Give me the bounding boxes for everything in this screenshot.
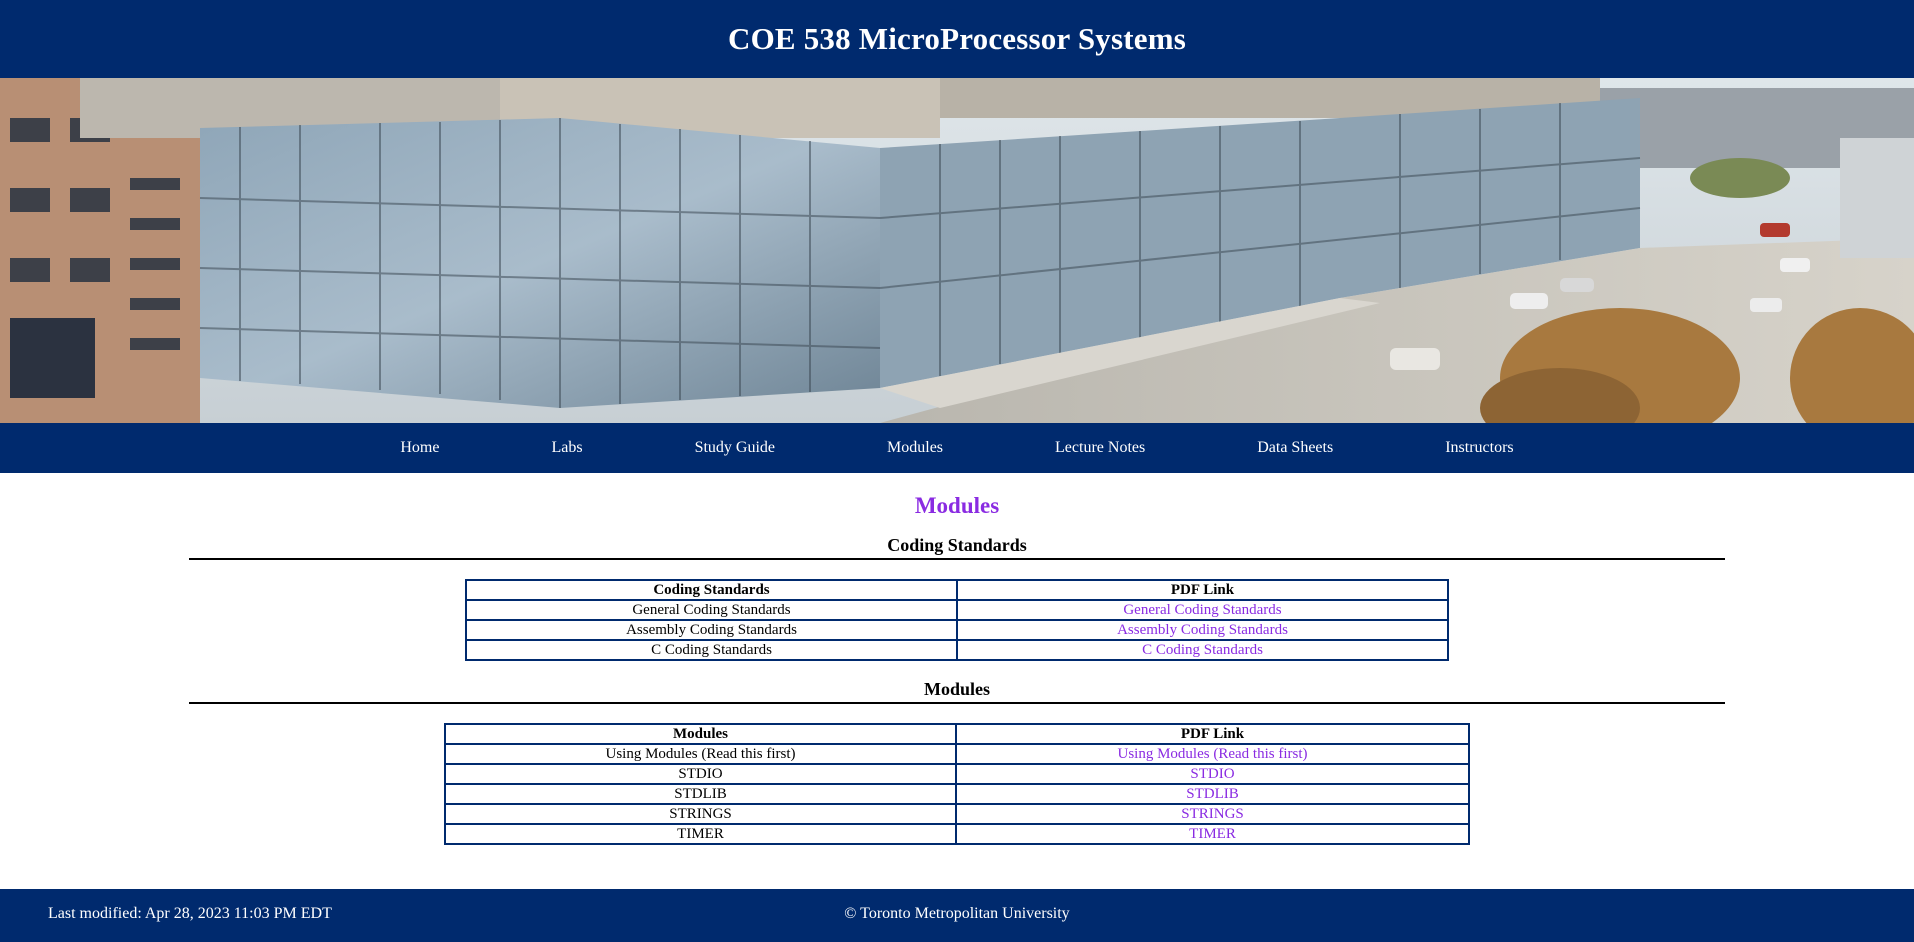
pdf-link-stdio[interactable]: STDIO	[1190, 766, 1234, 782]
pdf-link-general-coding-standards[interactable]: General Coding Standards	[1123, 602, 1281, 618]
nav-labs[interactable]: Labs	[551, 439, 582, 457]
pdf-link-timer[interactable]: TIMER	[1189, 826, 1236, 842]
nav-lecture-notes[interactable]: Lecture Notes	[1055, 439, 1145, 457]
main-content: Modules Coding Standards Coding Standard…	[0, 473, 1914, 889]
pdf-link-cell: Assembly Coding Standards	[956, 619, 1449, 641]
module-name-cell: STDIO	[444, 763, 957, 785]
column-header: PDF Link	[956, 579, 1449, 601]
module-name-cell: STRINGS	[444, 803, 957, 825]
table-row: Assembly Coding Standards Assembly Codin…	[465, 619, 1449, 641]
nav-instructors[interactable]: Instructors	[1445, 439, 1513, 457]
pdf-link-cell: Using Modules (Read this first)	[955, 743, 1470, 765]
pdf-link-cell: C Coding Standards	[956, 639, 1449, 661]
pdf-link-using-modules[interactable]: Using Modules (Read this first)	[1118, 746, 1308, 762]
section-heading-coding-standards: Coding Standards	[189, 535, 1725, 560]
nav-data-sheets[interactable]: Data Sheets	[1257, 439, 1333, 457]
standard-name-cell: C Coding Standards	[465, 639, 958, 661]
pdf-link-cell: General Coding Standards	[956, 599, 1449, 621]
table-row: C Coding Standards C Coding Standards	[465, 639, 1449, 661]
main-navigation: Home Labs Study Guide Modules Lecture No…	[0, 423, 1914, 473]
coding-standards-table: Coding Standards PDF Link General Coding…	[465, 579, 1449, 661]
site-footer: Last modified: Apr 28, 2023 11:03 PM EDT…	[0, 889, 1914, 942]
column-header: Modules	[444, 723, 957, 745]
nav-study-guide[interactable]: Study Guide	[695, 439, 775, 457]
module-name-cell: STDLIB	[444, 783, 957, 805]
hero-banner-image	[0, 78, 1914, 423]
page-title: Modules	[914, 493, 1000, 518]
site-title: COE 538 MicroProcessor Systems	[727, 21, 1186, 56]
pdf-link-stdlib[interactable]: STDLIB	[1186, 786, 1239, 802]
module-name-cell: TIMER	[444, 823, 957, 845]
table-header-row: Coding Standards PDF Link	[465, 579, 1449, 601]
modules-table: Modules PDF Link Using Modules (Read thi…	[444, 723, 1470, 845]
pdf-link-strings[interactable]: STRINGS	[1181, 806, 1244, 822]
pdf-link-cell: STDIO	[955, 763, 1470, 785]
section-heading-modules: Modules	[189, 679, 1725, 704]
table-row: General Coding Standards General Coding …	[465, 599, 1449, 621]
column-header: Coding Standards	[465, 579, 958, 601]
site-header: COE 538 MicroProcessor Systems	[0, 0, 1914, 78]
pdf-link-cell: TIMER	[955, 823, 1470, 845]
table-row: STDIO STDIO	[444, 763, 1470, 785]
table-row: TIMER TIMER	[444, 823, 1470, 845]
copyright-text: © Toronto Metropolitan University	[844, 905, 1070, 922]
nav-modules[interactable]: Modules	[887, 439, 943, 457]
nav-home[interactable]: Home	[400, 439, 439, 457]
building-photo-illustration	[0, 78, 1914, 423]
column-header: PDF Link	[955, 723, 1470, 745]
module-name-cell: Using Modules (Read this first)	[444, 743, 957, 765]
pdf-link-cell: STDLIB	[955, 783, 1470, 805]
standard-name-cell: General Coding Standards	[465, 599, 958, 621]
standard-name-cell: Assembly Coding Standards	[465, 619, 958, 641]
pdf-link-cell: STRINGS	[955, 803, 1470, 825]
pdf-link-c-coding-standards[interactable]: C Coding Standards	[1142, 642, 1263, 658]
table-row: STDLIB STDLIB	[444, 783, 1470, 805]
table-row: Using Modules (Read this first) Using Mo…	[444, 743, 1470, 765]
pdf-link-assembly-coding-standards[interactable]: Assembly Coding Standards	[1117, 622, 1288, 638]
table-row: STRINGS STRINGS	[444, 803, 1470, 825]
table-header-row: Modules PDF Link	[444, 723, 1470, 745]
